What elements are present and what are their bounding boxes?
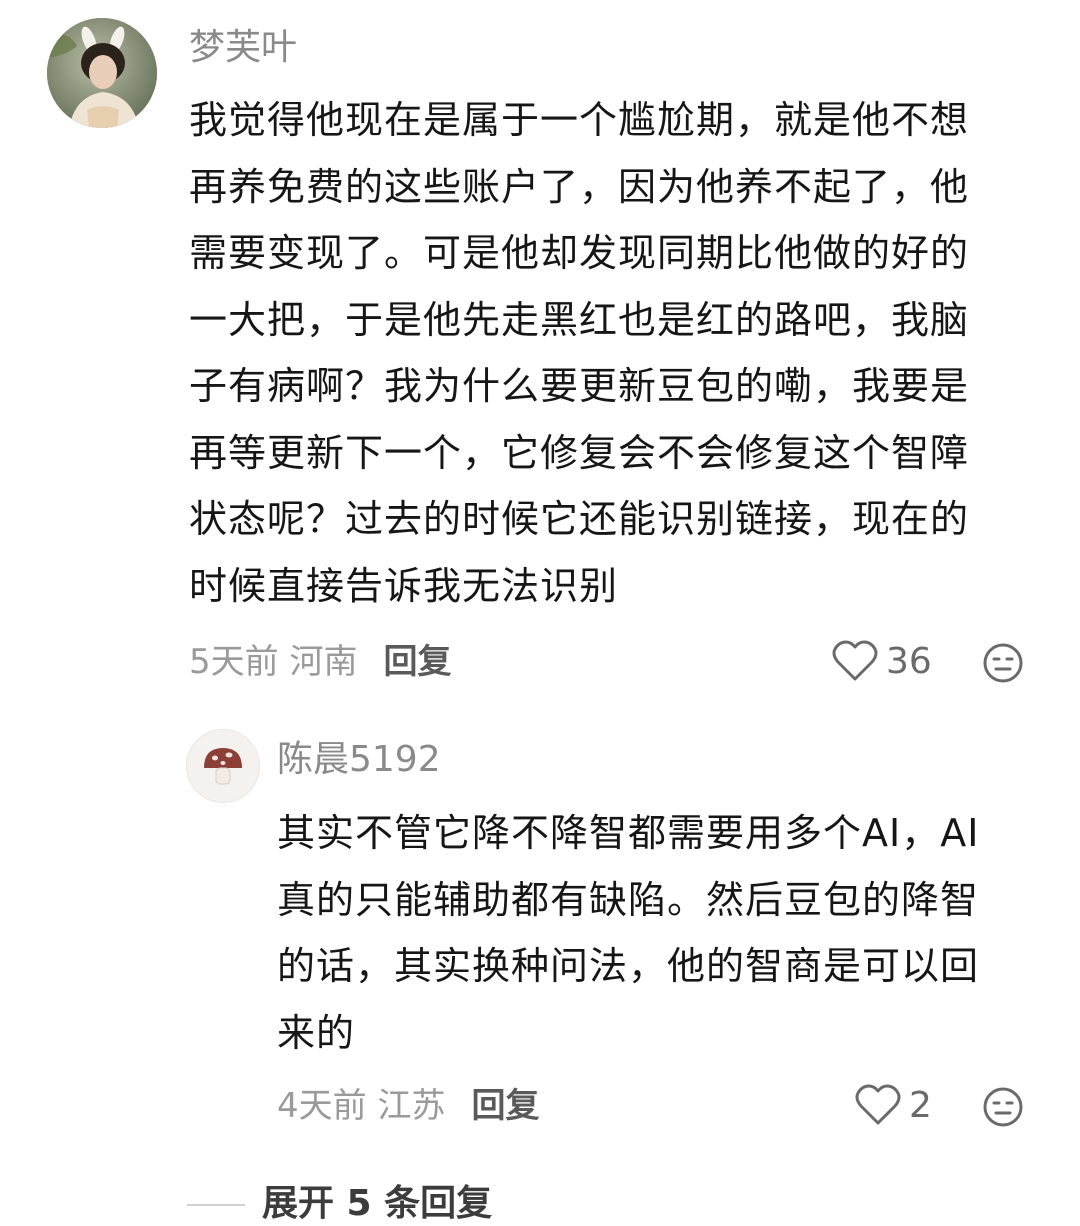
reply-to-reply-button[interactable]: 回复 <box>471 1086 539 1126</box>
comment-meta: 5天前 河南 回复 <box>189 640 451 684</box>
like-count: 36 <box>886 640 932 682</box>
reply-meta: 4天前 江苏 回复 <box>277 1084 539 1128</box>
comment-body: 我觉得他现在是属于一个尴尬期，就是他不想 再养免费的这些账户了，因为他养不起了，… <box>189 87 1059 619</box>
avatar-photo <box>47 18 157 128</box>
comment-line: 再等更新下一个，它修复会不会修复这个智障 <box>189 430 970 475</box>
reply-time-location: 4天前 江苏 <box>277 1086 446 1126</box>
like-button[interactable]: 36 <box>832 639 932 683</box>
reply-like-count: 2 <box>909 1084 932 1126</box>
comment-line: 时候直接告诉我无法识别 <box>189 563 619 608</box>
reply-line: 的话，其实换种问法，他的智商是可以回 <box>277 944 980 988</box>
commenter-username[interactable]: 梦芙叶 <box>189 26 297 70</box>
commenter-avatar[interactable] <box>47 18 157 128</box>
comment-line: 一大把，于是他先走黑红也是红的路吧，我脑 <box>189 297 970 342</box>
reply-line: 其实不管它降不降智都需要用多个AI，AI <box>277 811 980 855</box>
reply-line: 真的只能辅助都有缺陷。然后豆包的降智 <box>277 877 980 922</box>
reply-emoji-reaction-button[interactable] <box>982 1086 1024 1128</box>
reply-line: 来的 <box>277 1010 356 1055</box>
reply-button[interactable]: 回复 <box>383 642 451 682</box>
comment-line: 子有病啊？我为什么要更新豆包的嘞，我要是 <box>189 364 970 408</box>
expand-divider <box>187 1204 245 1206</box>
heart-outline-icon <box>832 639 878 683</box>
reply-body: 其实不管它降不降智都需要用多个AI，AI 真的只能辅助都有缺陷。然后豆包的降智 … <box>277 800 1057 1066</box>
emoji-face-icon <box>982 642 1024 684</box>
comment-line: 再养免费的这些账户了，因为他养不起了，他 <box>189 164 970 209</box>
replier-username[interactable]: 陈晨5192 <box>277 738 441 782</box>
comment-time-location: 5天前 河南 <box>189 642 358 682</box>
heart-outline-icon <box>855 1083 901 1127</box>
comment-line: 需要变现了。可是他却发现同期比他做的好的 <box>189 231 970 275</box>
comment-line: 我觉得他现在是属于一个尴尬期，就是他不想 <box>189 98 970 142</box>
reply-like-button[interactable]: 2 <box>855 1083 932 1127</box>
replier-avatar[interactable] <box>186 729 260 803</box>
emoji-face-icon <box>982 1086 1024 1128</box>
comment-line: 状态呢？过去的时候它还能识别链接，现在的 <box>189 497 970 541</box>
emoji-reaction-button[interactable] <box>982 642 1024 684</box>
mushroom-icon <box>187 748 259 806</box>
expand-replies-button[interactable]: 展开 5 条回复 <box>262 1182 492 1226</box>
